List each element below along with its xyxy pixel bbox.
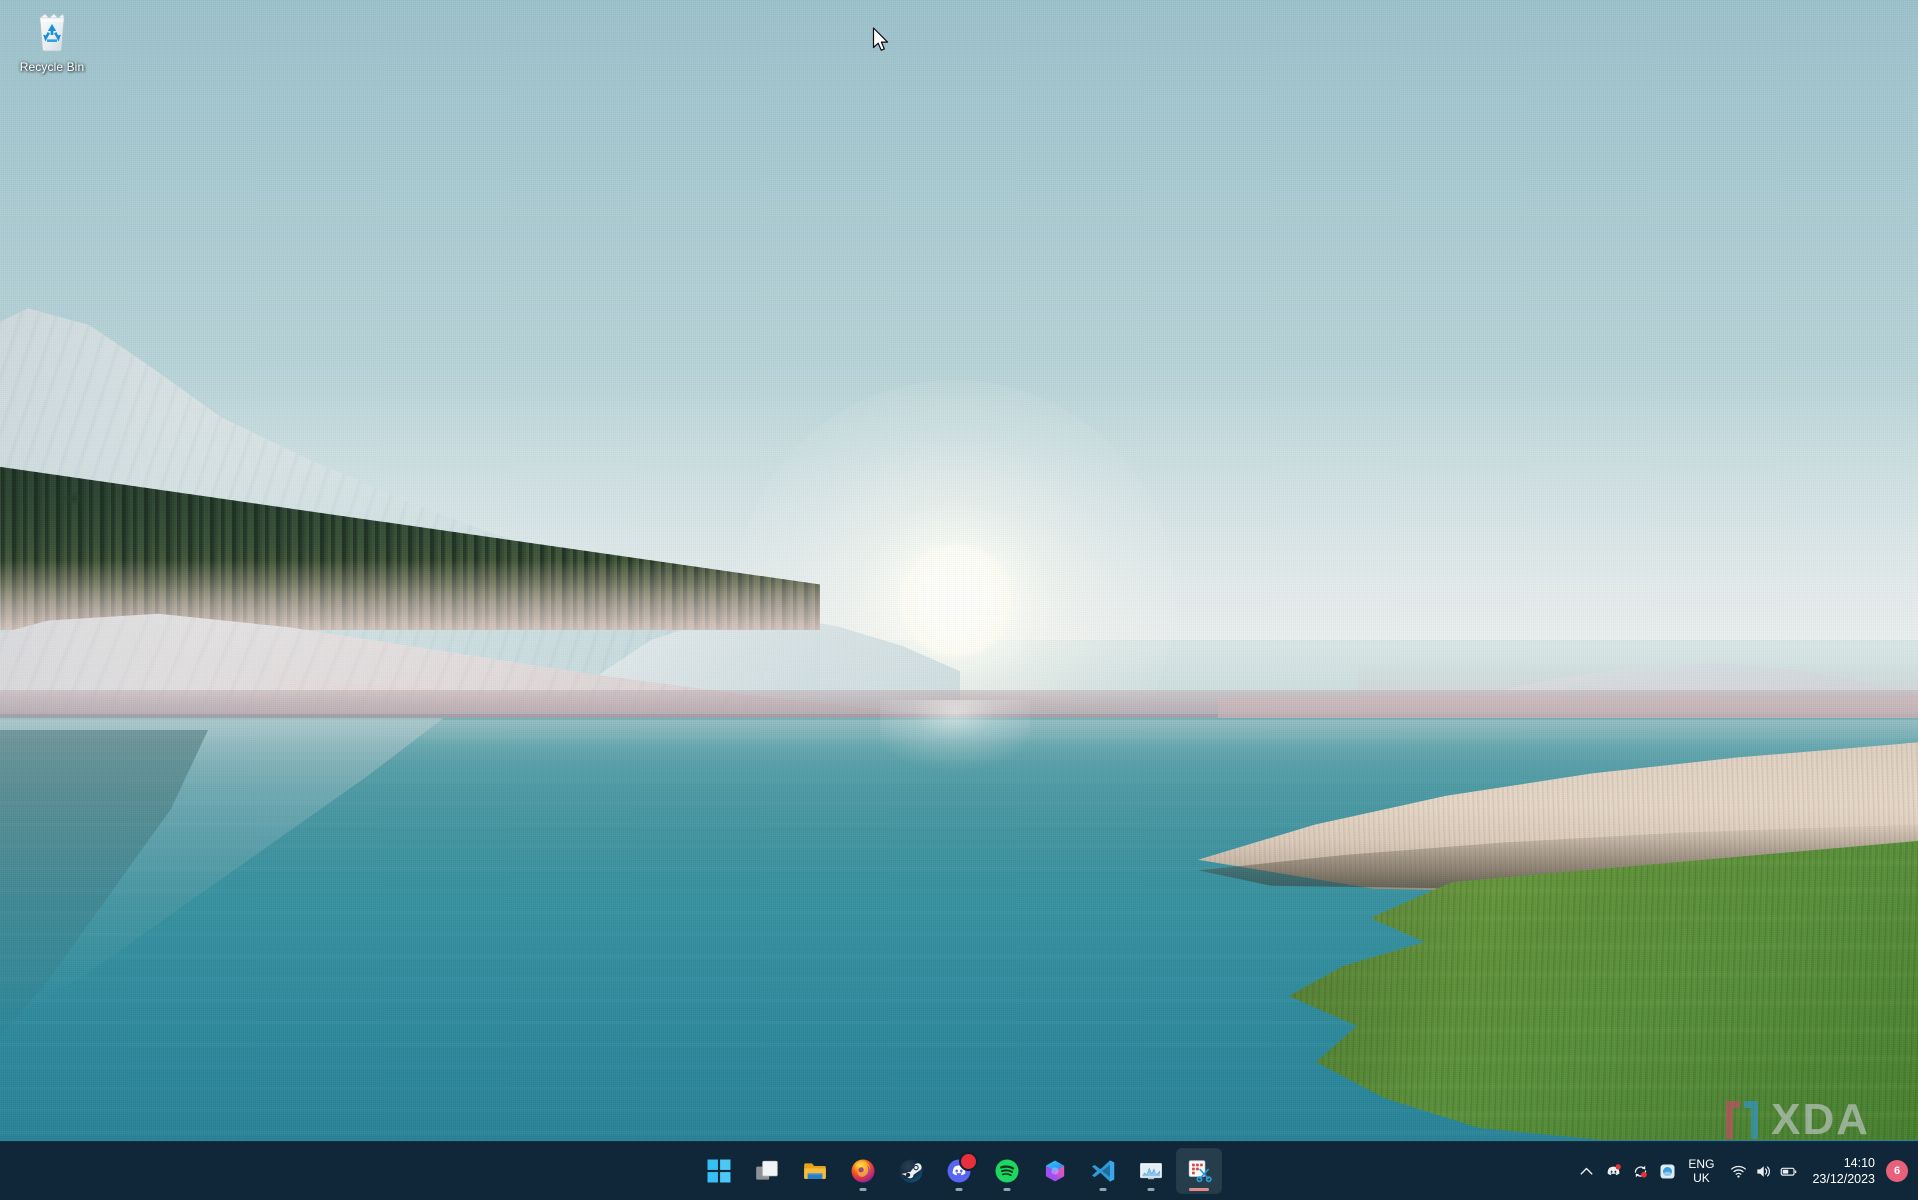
task-view-button[interactable] xyxy=(745,1149,789,1193)
steam-button[interactable] xyxy=(889,1149,933,1193)
running-indicator xyxy=(1003,1188,1011,1191)
taskbar-app-buttons xyxy=(697,1148,1222,1194)
running-indicator xyxy=(1147,1188,1155,1191)
folder-icon xyxy=(804,1163,826,1180)
spotify-icon xyxy=(995,1159,1019,1183)
input-language-line2: UK xyxy=(1693,1171,1710,1185)
start-button[interactable] xyxy=(697,1149,741,1193)
notification-count-badge[interactable]: 6 xyxy=(1886,1160,1908,1182)
copilot-button[interactable] xyxy=(1033,1149,1077,1193)
desktop-wallpaper xyxy=(0,0,1918,1200)
copilot-icon xyxy=(1045,1160,1065,1182)
battery-icon xyxy=(1781,1167,1797,1176)
running-indicator xyxy=(1099,1188,1107,1191)
vscode-button[interactable] xyxy=(1081,1149,1125,1193)
steam-icon xyxy=(899,1159,923,1183)
clock-time: 14:10 xyxy=(1843,1156,1875,1170)
snipping-tool-button[interactable] xyxy=(1176,1148,1222,1194)
tray-update-icon-button[interactable] xyxy=(1627,1151,1654,1191)
running-indicator xyxy=(955,1188,963,1191)
firefox-icon xyxy=(851,1159,875,1183)
file-explorer-button[interactable] xyxy=(793,1149,837,1193)
blue-app-icon xyxy=(1660,1163,1675,1179)
recycle-bin-icon xyxy=(39,13,65,52)
desktop-icon-recycle-bin[interactable]: Recycle Bin xyxy=(6,8,98,74)
sun-water-reflection xyxy=(880,700,1030,820)
task-manager-icon xyxy=(1140,1163,1162,1180)
sun-disc xyxy=(900,545,1012,657)
clock-button[interactable]: 14:10 23/12/2023 xyxy=(1806,1149,1884,1193)
running-indicator xyxy=(859,1188,867,1191)
spotify-button[interactable] xyxy=(985,1149,1029,1193)
snipping-tool-icon xyxy=(1188,1160,1212,1183)
task-manager-button[interactable] xyxy=(1129,1149,1173,1193)
taskbar: ENG UK 14:10 23/12/2023 6 xyxy=(0,1141,1918,1200)
quick-settings-button[interactable] xyxy=(1721,1150,1806,1192)
discord-notification-badge xyxy=(959,1152,978,1171)
input-indicator-button[interactable]: ENG UK xyxy=(1681,1150,1721,1192)
tray-discord-icon-button[interactable] xyxy=(1600,1151,1627,1191)
clock-date: 23/12/2023 xyxy=(1812,1172,1875,1186)
volume-icon xyxy=(1757,1165,1771,1177)
input-language-line1: ENG xyxy=(1688,1157,1715,1171)
sync-icon xyxy=(1635,1165,1648,1178)
desktop-screen: Recycle Bin XDA ENG UK 14:10 23/12/2023 … xyxy=(0,0,1918,1200)
vscode-icon xyxy=(1091,1160,1115,1182)
windows-logo-icon xyxy=(707,1159,731,1183)
chevron-up-icon xyxy=(1580,1167,1593,1175)
discord-icon xyxy=(1608,1163,1622,1175)
system-tray: ENG UK 14:10 23/12/2023 6 xyxy=(1573,1142,1918,1200)
firefox-button[interactable] xyxy=(841,1149,885,1193)
tray-cloud-app-icon-button[interactable] xyxy=(1654,1151,1681,1191)
wifi-icon xyxy=(1731,1165,1747,1178)
task-view-icon xyxy=(756,1160,778,1180)
discord-button[interactable] xyxy=(937,1149,981,1193)
active-window-indicator xyxy=(1189,1188,1209,1191)
desktop-icon-label: Recycle Bin xyxy=(19,60,85,74)
show-hidden-icons-button[interactable] xyxy=(1573,1151,1600,1191)
